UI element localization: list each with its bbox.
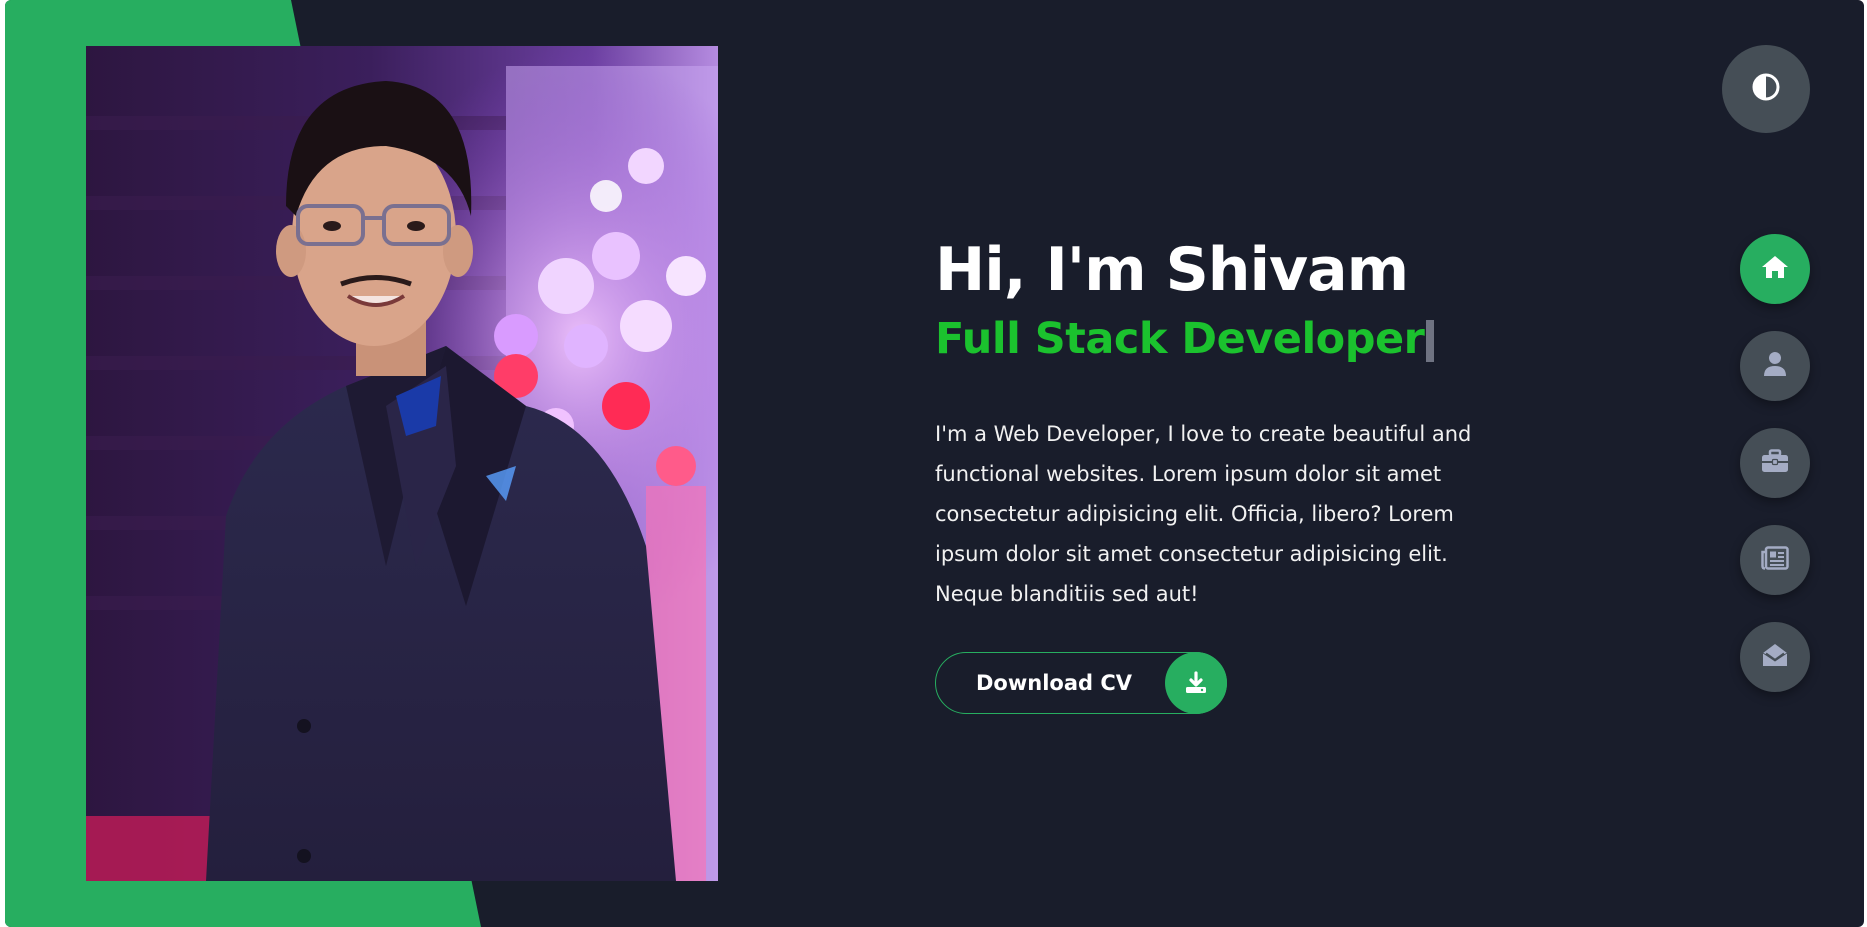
hero-greeting: Hi, I'm Shivam (935, 235, 1409, 305)
nav-portfolio-button[interactable] (1740, 428, 1810, 498)
page-frame: Hi, I'm Shivam Full Stack Developer I'm … (5, 0, 1864, 927)
newspaper-icon (1761, 546, 1789, 574)
nav-home-button[interactable] (1740, 234, 1810, 304)
theme-toggle-button[interactable] (1722, 45, 1810, 133)
briefcase-icon (1761, 449, 1789, 477)
home-icon (1761, 254, 1789, 284)
hero-role: Full Stack Developer (935, 314, 1425, 364)
download-cv-button[interactable]: Download CV (935, 652, 1227, 714)
contrast-icon (1751, 72, 1781, 106)
nav-blog-button[interactable] (1740, 525, 1810, 595)
hero-role-line: Full Stack Developer (935, 308, 1535, 370)
typing-cursor (1426, 320, 1435, 362)
download-cv-label: Download CV (976, 671, 1133, 695)
hero-bio: I'm a Web Developer, I love to create be… (935, 422, 1472, 606)
user-icon (1763, 351, 1787, 381)
envelope-open-icon (1761, 642, 1789, 672)
download-icon (1165, 652, 1227, 714)
nav-contact-button[interactable] (1740, 622, 1810, 692)
nav-about-button[interactable] (1740, 331, 1810, 401)
hero-section: Hi, I'm Shivam Full Stack Developer I'm … (935, 228, 1535, 714)
profile-photo (86, 46, 718, 881)
